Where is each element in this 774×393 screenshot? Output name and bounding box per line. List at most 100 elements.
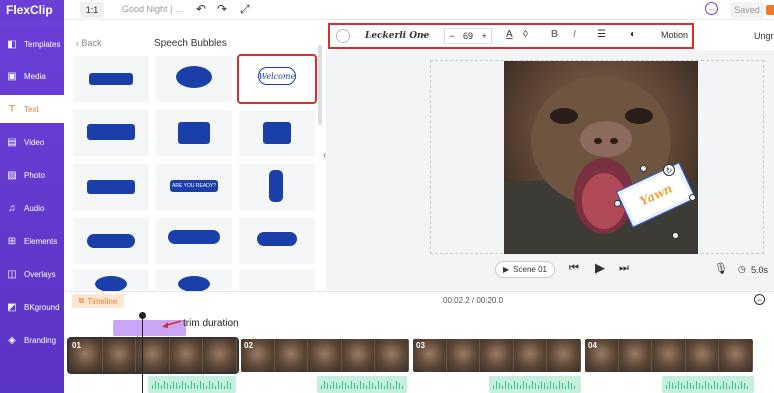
waveform-bar	[496, 381, 497, 389]
text-toolbar: Leckerli One ⌄ − 69 + A ◊ B I ☰ ◐ Motion	[328, 23, 694, 49]
timeline-clip[interactable]: 03	[413, 339, 581, 372]
ungroup-button[interactable]: Ungro	[754, 31, 774, 41]
waveform-bar	[194, 382, 195, 389]
text-color-icon[interactable]: A	[506, 29, 513, 40]
font-size-stepper[interactable]: − 69 +	[444, 28, 492, 44]
play-icon[interactable]: ▶	[595, 260, 605, 276]
avatar[interactable]	[766, 5, 774, 15]
scene-button[interactable]: ▶ Scene 01	[495, 261, 555, 278]
sidebar-item-bkground[interactable]: ◩ BKground	[0, 293, 64, 321]
bubble-thumbnail[interactable]	[73, 110, 149, 156]
next-icon[interactable]: ⏭	[619, 262, 629, 275]
waveform-bar	[526, 382, 527, 389]
timeline-clip[interactable]: 01	[67, 337, 239, 374]
bubble-thumbnail[interactable]	[73, 270, 149, 292]
audio-track[interactable]	[489, 376, 581, 393]
sloth-photo[interactable]	[504, 61, 698, 254]
clip-frame	[480, 339, 513, 372]
resize-handle[interactable]	[689, 194, 696, 201]
microphone-icon[interactable]: 🎙	[714, 262, 728, 275]
bubble-thumbnail[interactable]	[156, 56, 232, 102]
clip-frame	[203, 339, 236, 372]
timeline-clip[interactable]: 04	[585, 339, 753, 372]
color-picker-button[interactable]	[336, 29, 350, 43]
motion-button[interactable]: Motion	[661, 30, 688, 40]
waveform-bar	[681, 382, 682, 389]
rotate-icon[interactable]: ↻	[663, 164, 675, 176]
bubble-thumbnail[interactable]	[239, 110, 315, 156]
align-icon[interactable]: ☰	[597, 29, 606, 40]
resize-handle[interactable]	[614, 200, 621, 207]
back-label: Back	[81, 38, 102, 48]
bold-button[interactable]: B	[551, 29, 558, 40]
back-button[interactable]: ‹ Back	[76, 38, 102, 48]
waveform-bar	[529, 385, 530, 389]
bubble-thumbnail[interactable]	[239, 164, 315, 210]
sidebar-item-audio[interactable]: ♫ Audio	[0, 194, 64, 222]
font-size-value[interactable]: 69	[463, 31, 473, 41]
timeline-clip[interactable]: 02	[241, 339, 409, 372]
sidebar-item-overlays[interactable]: ◫ Overlays	[0, 260, 64, 288]
zoom-out-icon[interactable]: −	[754, 294, 765, 305]
bubble-thumbnail[interactable]	[73, 164, 149, 210]
waveform-bar	[348, 385, 349, 389]
sidebar-item-label: Text	[24, 104, 39, 114]
waveform-bar	[200, 381, 201, 389]
waveform-bar	[562, 382, 563, 389]
bubble-thumbnail-welcome[interactable]: Welcome	[237, 54, 317, 104]
chat-icon[interactable]: …	[705, 2, 718, 15]
sidebar-item-video[interactable]: ▤ Video	[0, 128, 64, 156]
waveform-bar	[550, 381, 551, 389]
sidebar-item-templates[interactable]: ◧ Templates	[0, 30, 64, 58]
highlight-color-icon[interactable]: ◊	[523, 29, 528, 40]
audio-track[interactable]	[148, 376, 236, 393]
previous-icon[interactable]: ⏮	[569, 262, 579, 275]
waveform-bar	[669, 381, 670, 389]
decrease-size-button[interactable]: −	[449, 31, 454, 41]
bubble-thumbnail[interactable]	[156, 270, 232, 292]
sidebar-item-media[interactable]: ▣ Media	[0, 62, 64, 90]
project-name[interactable]: Good Night | ...	[122, 4, 182, 14]
waveform-bar	[493, 385, 494, 389]
playhead-handle[interactable]	[139, 312, 146, 319]
opacity-icon[interactable]: ◐	[630, 29, 636, 40]
aspect-ratio-button[interactable]: 1:1	[80, 2, 104, 18]
waveform-bar	[559, 381, 560, 389]
music-icon: ♫	[8, 202, 16, 214]
waveform-bar	[378, 381, 379, 389]
italic-button[interactable]: I	[573, 29, 576, 40]
sidebar-item-text[interactable]: T Text	[0, 95, 64, 123]
waveform-bar	[155, 381, 156, 389]
fullscreen-icon[interactable]: ⤢	[240, 2, 250, 17]
clip-number: 03	[416, 341, 425, 350]
waveform-bar	[206, 385, 207, 389]
increase-size-button[interactable]: +	[481, 31, 486, 41]
scene-duration[interactable]: 5.0s	[751, 265, 768, 275]
waveform-bar	[556, 385, 557, 389]
waveform-bar	[188, 385, 189, 389]
bubble-thumbnail[interactable]	[156, 218, 232, 264]
resize-handle[interactable]	[640, 165, 647, 172]
bubble-thumbnail[interactable]	[239, 270, 315, 290]
playhead[interactable]	[142, 313, 143, 393]
sidebar-item-elements[interactable]: ⊞ Elements	[0, 227, 64, 255]
bubble-thumbnail[interactable]	[73, 218, 149, 264]
bubble-thumbnail[interactable]	[239, 218, 315, 264]
sidebar-item-branding[interactable]: ◈ Branding	[0, 326, 64, 354]
audio-track[interactable]	[317, 376, 407, 393]
sidebar-item-photo[interactable]: ▨ Photo	[0, 161, 64, 189]
waveform-bar	[672, 383, 673, 389]
timeline-label[interactable]: ⧉ Timeline	[72, 294, 124, 308]
waveform-bar	[191, 381, 192, 389]
resize-handle[interactable]	[672, 232, 679, 239]
redo-icon[interactable]: ↷	[217, 2, 227, 16]
undo-icon[interactable]: ↶	[196, 2, 206, 16]
chevron-down-icon[interactable]: ⌄	[420, 28, 428, 39]
clip-frame	[547, 339, 580, 372]
bubble-thumbnail[interactable]	[73, 56, 149, 102]
bubble-thumbnail-ready[interactable]: ARE YOU READY?	[156, 164, 232, 210]
audio-track[interactable]	[662, 376, 754, 393]
bubble-thumbnail[interactable]	[156, 110, 232, 156]
waveform-bar	[209, 381, 210, 389]
panel-scrollbar[interactable]	[318, 45, 322, 125]
